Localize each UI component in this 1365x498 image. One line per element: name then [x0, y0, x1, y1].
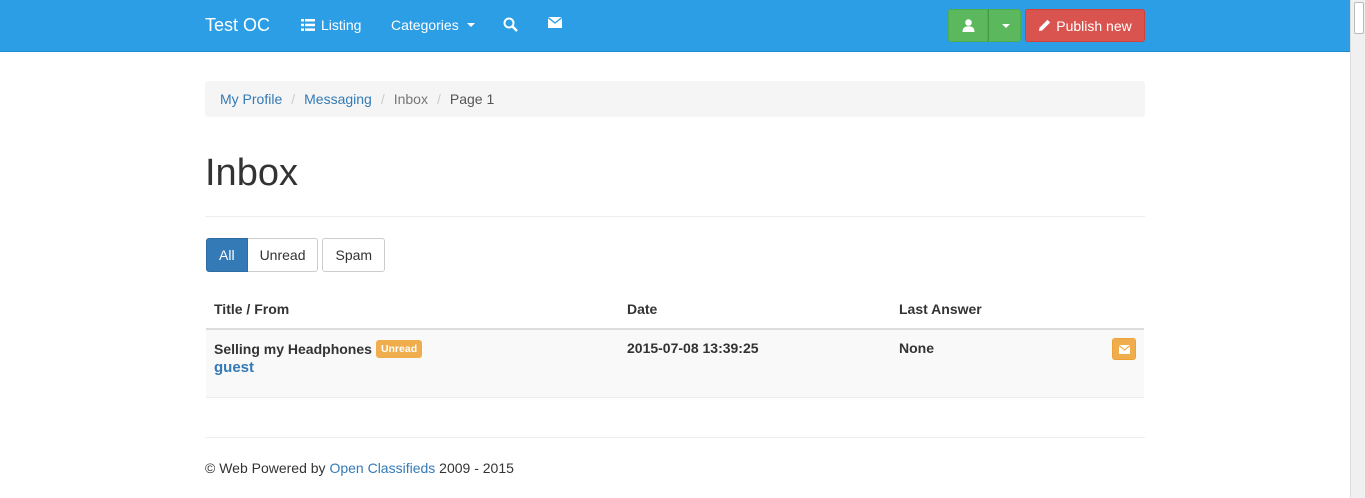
footer-divider — [205, 437, 1145, 438]
footer-prefix: © Web Powered by — [205, 460, 326, 476]
filter-unread-button[interactable]: Unread — [247, 238, 319, 272]
filter-spam-button[interactable]: Spam — [322, 238, 386, 272]
envelope-icon — [1118, 344, 1130, 354]
user-icon — [962, 19, 974, 32]
breadcrumb-inbox: Inbox — [393, 91, 428, 107]
message-title-cell: Selling my Headphones Unread — [214, 340, 423, 358]
message-from-link[interactable]: guest — [214, 359, 254, 376]
breadcrumb-page: Page 1 — [449, 91, 495, 107]
user-button[interactable] — [948, 9, 988, 42]
footer-years: 2009 - 2015 — [439, 460, 514, 476]
column-header-date: Date — [627, 301, 658, 317]
open-message-button[interactable] — [1112, 338, 1136, 360]
breadcrumb: My Profile / Messaging / Inbox / Page 1 — [205, 81, 1145, 117]
table-row[interactable]: Selling my Headphones Unread guest 2015-… — [206, 330, 1144, 398]
nav-search[interactable] — [503, 17, 518, 32]
pencil-icon — [1039, 19, 1051, 31]
caret-down-icon — [466, 23, 475, 27]
envelope-icon — [548, 17, 562, 28]
publish-new-label: Publish new — [1056, 17, 1132, 34]
scrollbar-thumb[interactable] — [1354, 2, 1364, 34]
column-header-title-from: Title / From — [214, 301, 290, 317]
footer-open-classifieds-link[interactable]: Open Classifieds — [329, 460, 435, 476]
brand-link[interactable]: Test OC — [205, 15, 270, 36]
column-header-last-answer: Last Answer — [899, 301, 982, 317]
search-icon — [503, 17, 518, 32]
message-filters: All Unread Spam — [206, 238, 386, 272]
message-last-answer: None — [899, 340, 934, 356]
vertical-scrollbar[interactable] — [1350, 0, 1365, 498]
divider — [205, 216, 1145, 217]
caret-down-icon — [1001, 23, 1010, 28]
list-icon — [301, 19, 315, 31]
breadcrumb-separator: / — [380, 91, 385, 107]
user-menu-button[interactable] — [948, 9, 1021, 42]
user-dropdown-toggle[interactable] — [988, 9, 1021, 42]
publish-new-button[interactable]: Publish new — [1025, 9, 1145, 42]
breadcrumb-my-profile[interactable]: My Profile — [220, 91, 282, 107]
breadcrumb-separator: / — [436, 91, 441, 107]
breadcrumb-messaging[interactable]: Messaging — [304, 91, 372, 107]
breadcrumb-separator: / — [291, 91, 296, 107]
nav-messages[interactable] — [548, 17, 562, 28]
nav-categories-label: Categories — [391, 17, 459, 33]
message-date: 2015-07-08 13:39:25 — [627, 340, 759, 356]
page-title: Inbox — [205, 152, 298, 194]
filter-all-button[interactable]: All — [206, 238, 248, 272]
nav-listing-label: Listing — [321, 17, 362, 33]
nav-listing[interactable]: Listing — [301, 17, 361, 33]
navbar: Test OC Listing Categories Publish new — [0, 0, 1350, 52]
table-header: Title / From Date Last Answer — [206, 290, 1144, 330]
footer: © Web Powered by Open Classifieds 2009 -… — [205, 460, 514, 476]
status-badge: Unread — [375, 340, 423, 358]
message-title[interactable]: Selling my Headphones — [214, 341, 372, 357]
nav-categories[interactable]: Categories — [391, 17, 475, 33]
